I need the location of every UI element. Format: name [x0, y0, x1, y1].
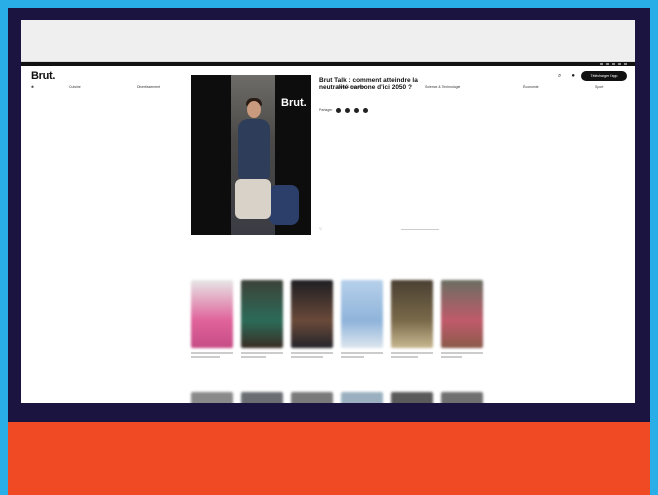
accent-band — [8, 422, 650, 495]
extension-icon[interactable] — [600, 63, 603, 65]
video-person-head — [247, 101, 261, 118]
related-video-thumb[interactable] — [241, 392, 283, 403]
like-icon[interactable]: ♡ — [319, 227, 322, 231]
video-brand-mark: Brut. — [281, 97, 307, 109]
nav-item-home[interactable]: ✱ — [31, 85, 69, 89]
video-meta: ♡ — [319, 227, 439, 231]
extension-icon[interactable] — [612, 63, 615, 65]
related-caption — [191, 352, 233, 360]
related-caption — [441, 352, 483, 360]
related-caption — [391, 352, 433, 360]
search-icon[interactable]: ⌕ — [558, 73, 561, 80]
related-video-thumb[interactable] — [241, 280, 283, 348]
link-icon[interactable] — [363, 107, 369, 113]
meta-divider — [401, 229, 439, 230]
article-info: Brut Talk : comment atteindre la neutral… — [319, 77, 439, 113]
nav-item-sport[interactable]: Sport — [595, 85, 603, 89]
related-video-thumb[interactable] — [291, 280, 333, 348]
header-icons: ⌕ ● — [558, 73, 575, 80]
video-person-body — [238, 119, 270, 179]
related-caption — [341, 352, 383, 360]
share-label: Partager — [319, 108, 333, 113]
related-video-thumb[interactable] — [341, 392, 383, 403]
toolbar-icons — [600, 63, 627, 65]
nav-item-economie[interactable]: Économie — [523, 85, 595, 89]
nav-item-science[interactable]: Science & Technologie — [425, 85, 523, 89]
user-icon[interactable]: ● — [571, 73, 575, 80]
article-description — [319, 97, 439, 102]
twitter-icon[interactable] — [354, 107, 360, 113]
related-video-thumb[interactable] — [191, 392, 233, 403]
extension-icon[interactable] — [606, 63, 609, 65]
browser-chrome — [21, 20, 635, 62]
related-captions — [191, 352, 483, 360]
browser-window: Brut. ✱ Cuisine Divertissement Nature Cu… — [21, 20, 635, 403]
related-video-thumb[interactable] — [441, 392, 483, 403]
video-player[interactable]: Brut. — [191, 75, 311, 235]
extension-icon[interactable] — [618, 63, 621, 65]
related-video-thumb[interactable] — [341, 280, 383, 348]
article-title: Brut Talk : comment atteindre la neutral… — [319, 77, 418, 92]
share-bar: Partager — [319, 107, 439, 113]
video-person-legs — [235, 179, 271, 219]
nav-item-cuisine[interactable]: Cuisine — [69, 85, 137, 89]
video-chair — [269, 185, 299, 225]
related-videos — [191, 280, 483, 348]
download-app-button[interactable]: Télécharger l'app — [581, 71, 627, 81]
related-videos-row-2 — [191, 392, 483, 403]
facebook-icon[interactable] — [336, 107, 342, 113]
related-video-thumb[interactable] — [191, 280, 233, 348]
related-video-thumb[interactable] — [441, 280, 483, 348]
related-video-thumb[interactable] — [291, 392, 333, 403]
extension-icon[interactable] — [624, 63, 627, 65]
related-caption — [291, 352, 333, 360]
brut-logo[interactable]: Brut. — [31, 70, 55, 82]
whatsapp-icon[interactable] — [345, 107, 351, 113]
related-caption — [241, 352, 283, 360]
related-video-thumb[interactable] — [391, 392, 433, 403]
related-video-thumb[interactable] — [391, 280, 433, 348]
